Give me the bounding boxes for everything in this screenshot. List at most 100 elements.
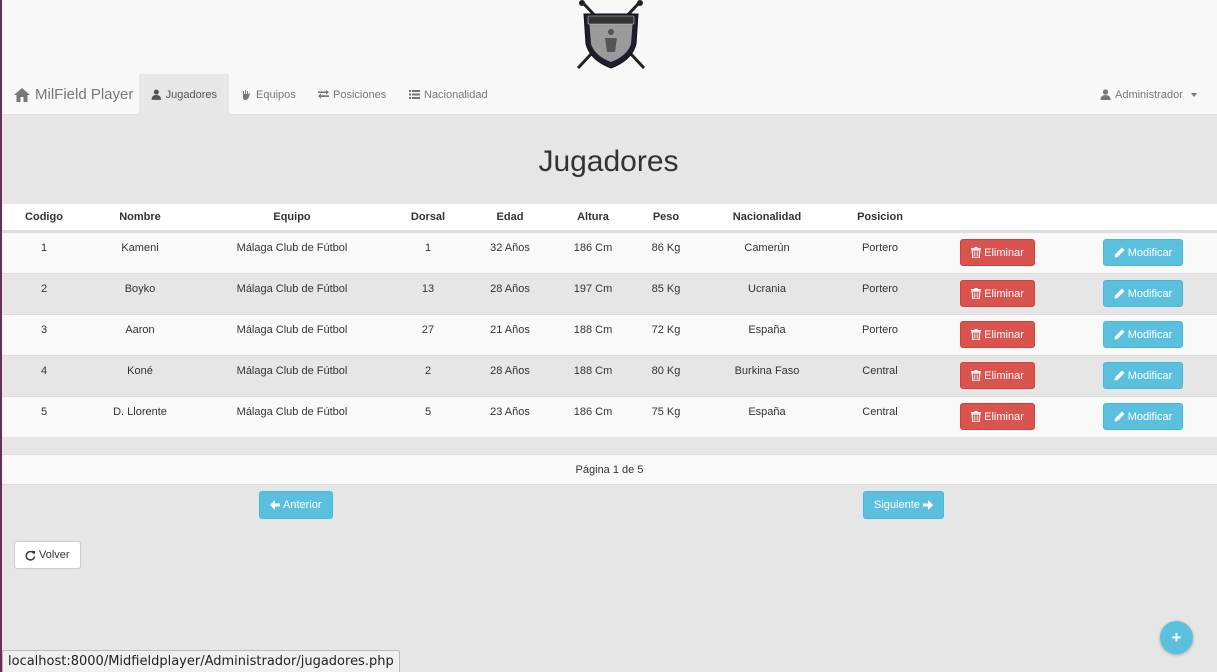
user-menu-label: Administrador [1115, 88, 1183, 101]
cell-edad: 32 Años [490, 242, 530, 254]
trash-icon [971, 370, 982, 381]
cell-posicion: Portero [861, 242, 899, 254]
list-icon [409, 90, 420, 99]
trash-icon [971, 411, 982, 422]
home-icon [14, 87, 30, 102]
main-navbar: MilField Player Jugadores Equipos Posici… [2, 74, 1217, 115]
nav-equipos[interactable]: Equipos [229, 74, 308, 115]
cell-dorsal: 2 [424, 365, 432, 377]
edit-button[interactable]: Modificar [1102, 403, 1184, 430]
column-header-edad: Edad [496, 211, 524, 223]
nav-jugadores[interactable]: Jugadores [139, 74, 229, 115]
cell-altura: 197 Cm [573, 283, 613, 295]
cell-peso: 75 Kg [651, 406, 681, 418]
cell-delete: Eliminar [926, 280, 1069, 307]
column-header-posicion: Posicion [857, 211, 903, 223]
table-row: 4 Koné Málaga Club de Fútbol 2 28 Años 1… [2, 355, 1217, 396]
delete-button[interactable]: Eliminar [960, 239, 1035, 266]
pencil-icon [1114, 288, 1125, 299]
cell-edad: 28 Años [490, 283, 530, 295]
cell-nombre: Koné [127, 365, 153, 377]
pencil-icon [1114, 247, 1125, 258]
cell-codigo: 3 [40, 324, 48, 336]
trash-icon [971, 329, 982, 340]
nav-nacionalidad[interactable]: Nacionalidad [397, 74, 500, 115]
cell-nombre: Boyko [124, 283, 156, 295]
cell-codigo: 4 [40, 365, 48, 377]
pencil-icon [1114, 329, 1125, 340]
cell-edit: Modificar [1069, 321, 1217, 348]
edit-button[interactable]: Modificar [1102, 239, 1184, 266]
pencil-icon [1114, 411, 1125, 422]
pencil-icon [1114, 370, 1125, 381]
edit-button-label: Modificar [1127, 287, 1173, 300]
arrow-right-icon [922, 500, 933, 510]
cell-nacionalidad: Camerún [744, 242, 790, 254]
cell-edit: Modificar [1069, 280, 1217, 307]
table-header-row: Codigo Nombre Equipo Dorsal Edad Altura … [2, 204, 1217, 232]
cell-edad: 28 Años [490, 365, 530, 377]
delete-button[interactable]: Eliminar [960, 362, 1035, 389]
edit-button-label: Modificar [1127, 410, 1173, 423]
cell-nacionalidad: España [748, 324, 786, 336]
cell-dorsal: 27 [421, 324, 435, 336]
cell-altura: 186 Cm [573, 406, 613, 418]
cell-delete: Eliminar [926, 403, 1069, 430]
cell-edad: 21 Años [490, 324, 530, 336]
next-page-button[interactable]: Siguiente [863, 491, 944, 519]
column-header-nacionalidad: Nacionalidad [732, 211, 802, 223]
edit-button-label: Modificar [1127, 328, 1173, 341]
cell-posicion: Central [862, 365, 898, 377]
brand-label: MilField Player [35, 86, 134, 103]
table-body: 1 Kameni Málaga Club de Fútbol 1 32 Años… [2, 232, 1217, 437]
delete-button[interactable]: Eliminar [960, 403, 1035, 430]
delete-button-label: Eliminar [984, 369, 1024, 382]
back-button[interactable]: Volver [14, 541, 81, 569]
nav-posiciones-label: Posiciones [333, 88, 387, 101]
page-title: Jugadores [538, 145, 679, 178]
edit-button[interactable]: Modificar [1102, 280, 1184, 307]
cell-delete: Eliminar [926, 362, 1069, 389]
cell-equipo: Málaga Club de Fútbol [236, 324, 348, 336]
cell-equipo: Málaga Club de Fútbol [236, 283, 348, 295]
previous-page-button[interactable]: Anterior [259, 491, 333, 519]
next-page-label: Siguiente [874, 499, 920, 511]
cell-codigo: 1 [40, 242, 48, 254]
cell-posicion: Central [862, 406, 898, 418]
column-header-peso: Peso [652, 211, 680, 223]
nav-jugadores-label: Jugadores [165, 88, 217, 101]
user-menu-dropdown[interactable]: Administrador [1088, 74, 1209, 115]
chevron-down-icon [1190, 92, 1197, 97]
user-icon [151, 89, 162, 100]
trash-icon [971, 288, 982, 299]
column-header-codigo: Codigo [25, 211, 63, 223]
table-row: 5 D. Llorente Málaga Club de Fútbol 5 23… [2, 396, 1217, 437]
cell-posicion: Portero [861, 324, 899, 336]
delete-button-label: Eliminar [984, 410, 1024, 423]
players-table: Codigo Nombre Equipo Dorsal Edad Altura … [2, 204, 1217, 437]
nav-nacionalidad-label: Nacionalidad [424, 88, 488, 101]
nav-posiciones[interactable]: Posiciones [306, 74, 398, 115]
column-header-nombre: Nombre [119, 211, 161, 223]
cell-equipo: Málaga Club de Fútbol [236, 406, 348, 418]
cell-codigo: 2 [40, 283, 48, 295]
pagination-info: Página 1 de 5 [2, 454, 1217, 485]
cell-delete: Eliminar [926, 321, 1069, 348]
team-crest-logo[interactable] [572, 0, 650, 72]
cell-dorsal: 13 [421, 283, 435, 295]
edit-button[interactable]: Modificar [1102, 362, 1184, 389]
nav-equipos-label: Equipos [256, 88, 296, 101]
plus-icon: + [1171, 627, 1182, 647]
cell-delete: Eliminar [926, 239, 1069, 266]
cell-peso: 86 Kg [651, 242, 681, 254]
add-player-button[interactable]: + [1160, 621, 1193, 654]
user-icon [1100, 89, 1111, 100]
delete-button[interactable]: Eliminar [960, 280, 1035, 307]
hand-icon [243, 90, 250, 100]
cell-edit: Modificar [1069, 239, 1217, 266]
edit-button[interactable]: Modificar [1102, 321, 1184, 348]
delete-button-label: Eliminar [984, 328, 1024, 341]
delete-button[interactable]: Eliminar [960, 321, 1035, 348]
cell-equipo: Málaga Club de Fútbol [236, 365, 348, 377]
brand-home-link[interactable]: MilField Player [14, 74, 133, 115]
